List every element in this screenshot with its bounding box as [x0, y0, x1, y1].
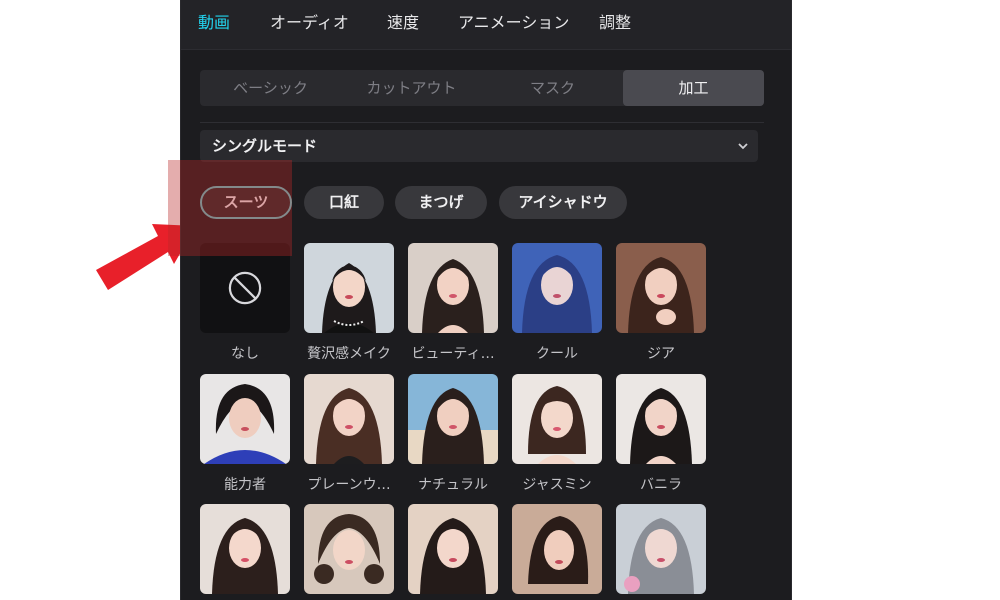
preset-tile[interactable]: なし — [200, 243, 290, 363]
category-chip-eyeshadow[interactable]: アイシャドウ — [499, 186, 627, 219]
preset-thumbnail — [304, 243, 394, 333]
top-tab-bar: 動画 オーディオ 速度 アニメーション 調整 — [181, 0, 791, 50]
annotation-highlight — [168, 160, 292, 256]
preset-thumbnail — [512, 504, 602, 594]
preset-label: なし — [231, 346, 259, 362]
no-effect-icon — [228, 271, 262, 305]
portrait-image — [408, 374, 498, 464]
portrait-image — [408, 504, 498, 594]
subtab-mask[interactable]: マスク — [482, 70, 623, 106]
preset-tile[interactable]: 贅沢感メイク — [304, 243, 394, 363]
preset-tile[interactable]: プレーンウ… — [304, 374, 394, 494]
preset-thumbnail — [616, 374, 706, 464]
preset-thumbnail — [200, 504, 290, 594]
preset-thumbnail — [304, 504, 394, 594]
preset-tile[interactable] — [512, 504, 602, 594]
portrait-image — [616, 243, 706, 333]
preset-tile[interactable] — [304, 504, 394, 594]
portrait-image — [304, 374, 394, 464]
preset-label: プレーンウ… — [307, 477, 391, 493]
tab-audio[interactable]: オーディオ — [270, 9, 349, 33]
preset-tile[interactable]: ナチュラル — [408, 374, 498, 494]
preset-thumbnail — [408, 504, 498, 594]
portrait-image — [200, 504, 290, 594]
tab-speed[interactable]: 速度 — [387, 9, 419, 33]
preset-thumbnail — [616, 504, 706, 594]
preset-tile[interactable] — [200, 504, 290, 594]
preset-label: クール — [536, 346, 578, 362]
mode-select-value: シングルモード — [212, 137, 318, 155]
portrait-image — [616, 504, 706, 594]
portrait-image — [512, 504, 602, 594]
preset-label: バニラ — [640, 477, 682, 493]
preset-thumbnail — [512, 243, 602, 333]
portrait-image — [408, 243, 498, 333]
subtab-cutout[interactable]: カットアウト — [341, 70, 482, 106]
preset-thumbnail — [512, 374, 602, 464]
preset-thumbnail — [304, 374, 394, 464]
preset-thumbnail — [200, 243, 290, 333]
preset-tile[interactable]: バニラ — [616, 374, 706, 494]
preset-label: 能力者 — [224, 477, 266, 493]
chevron-down-icon — [738, 143, 748, 150]
preset-tile[interactable] — [408, 504, 498, 594]
mode-select[interactable]: シングルモード — [200, 130, 758, 162]
tab-adjust[interactable]: 調整 — [599, 9, 631, 33]
portrait-image — [616, 374, 706, 464]
preset-thumbnail — [200, 374, 290, 464]
preset-thumbnail — [616, 243, 706, 333]
subtab-retouch[interactable]: 加工 — [623, 70, 764, 106]
preset-thumbnail — [408, 374, 498, 464]
category-chip-eyelash[interactable]: まつげ — [395, 186, 487, 219]
preset-tile[interactable] — [616, 504, 706, 594]
tab-animation[interactable]: アニメーション — [458, 9, 569, 33]
preset-label: ビューティ… — [411, 346, 495, 362]
preset-thumbnail — [408, 243, 498, 333]
preset-label: ジア — [647, 346, 675, 362]
subtab-basic[interactable]: ベーシック — [200, 70, 341, 106]
preset-tile[interactable]: クール — [512, 243, 602, 363]
tab-video[interactable]: 動画 — [198, 9, 230, 33]
preset-tile[interactable]: 能力者 — [200, 374, 290, 494]
portrait-image — [200, 374, 290, 464]
portrait-image — [304, 504, 394, 594]
preset-label: ジャスミン — [522, 477, 592, 493]
preset-tile[interactable]: ジア — [616, 243, 706, 363]
sub-tab-bar: ベーシック カットアウト マスク 加工 — [200, 70, 764, 106]
portrait-image — [512, 243, 602, 333]
preset-label: ナチュラル — [418, 477, 488, 493]
portrait-image — [512, 374, 602, 464]
divider — [200, 122, 764, 123]
preset-tile[interactable]: ビューティ… — [408, 243, 498, 363]
portrait-image — [304, 243, 394, 333]
category-chip-lipstick[interactable]: 口紅 — [304, 186, 384, 219]
preset-tile[interactable]: ジャスミン — [512, 374, 602, 494]
properties-panel: 動画 オーディオ 速度 アニメーション 調整 ベーシック カットアウト マスク … — [180, 0, 792, 600]
preset-label: 贅沢感メイク — [307, 346, 391, 362]
